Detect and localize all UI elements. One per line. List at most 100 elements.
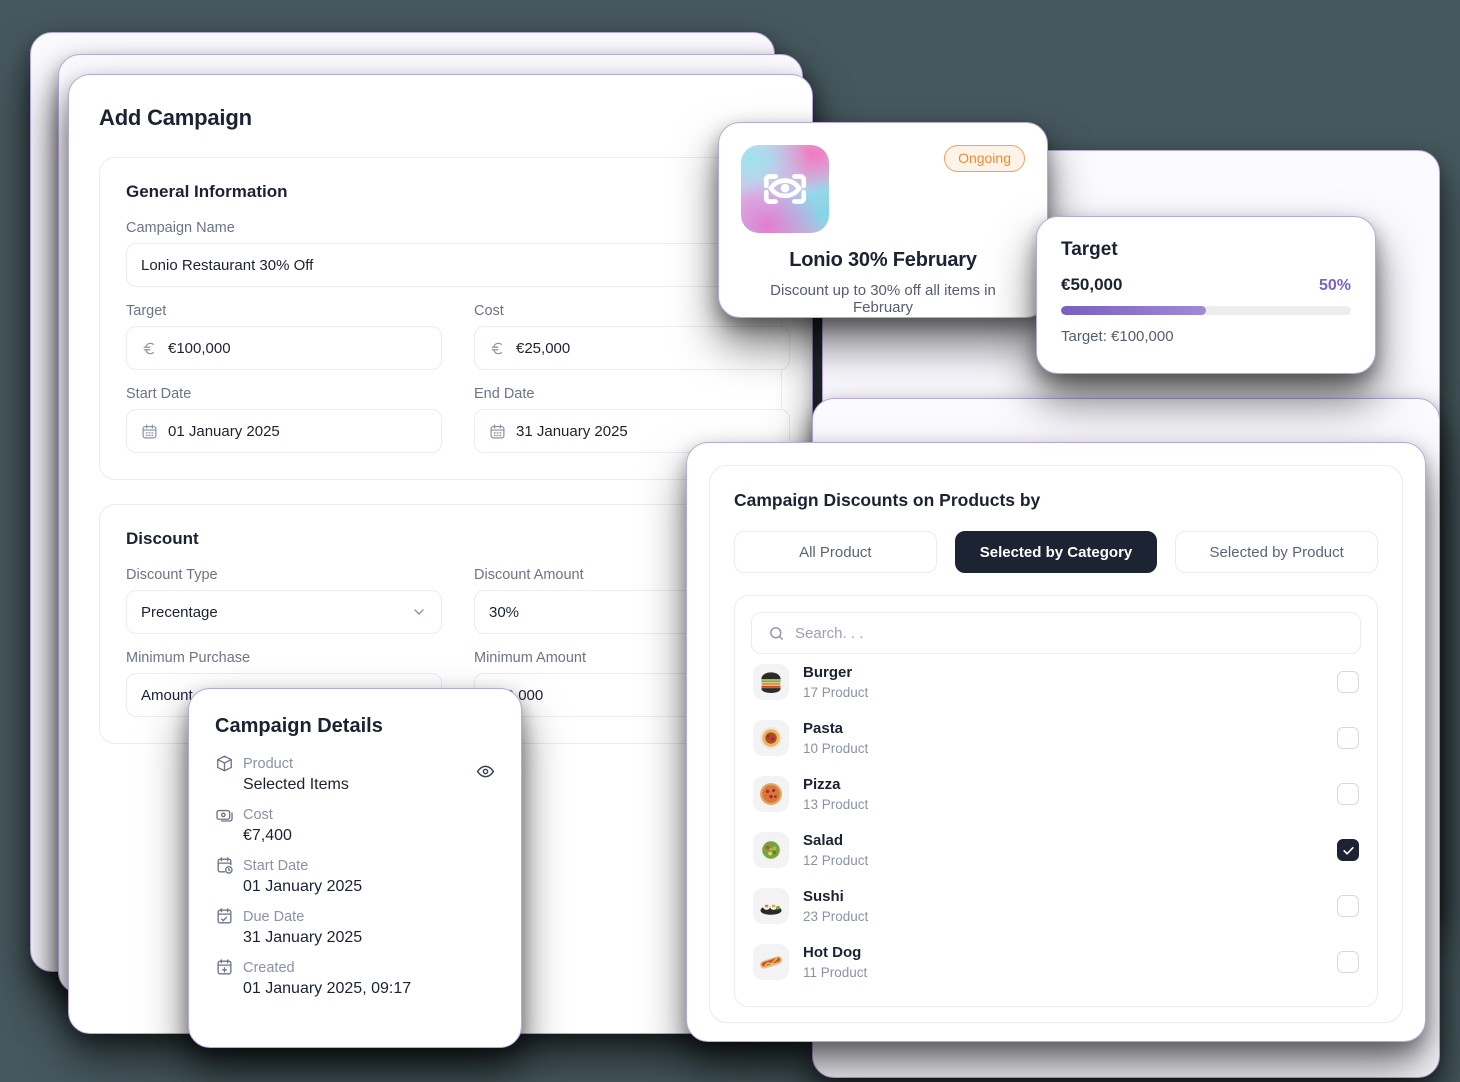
detail-row-cost: Cost €7,400 [215, 805, 495, 845]
detail-key: Created [243, 959, 295, 976]
target-card-title: Target [1061, 239, 1118, 260]
detail-row-due-date: Due Date 31 January 2025 [215, 907, 495, 947]
category-checkbox[interactable] [1337, 895, 1359, 917]
page-title: Add Campaign [99, 105, 252, 130]
discount-type-group: Discount Type Precentage [126, 567, 442, 634]
category-checkbox[interactable] [1337, 839, 1359, 861]
detail-value: 01 January 2025, 09:17 [243, 980, 412, 997]
detail-row-start-date: Start Date 01 January 2025 [215, 856, 495, 896]
money-icon [215, 805, 234, 824]
minimum-purchase-label: Minimum Purchase [126, 650, 251, 666]
detail-head: Start Date [215, 856, 495, 875]
list-item-text: Burger 17 Product [803, 664, 1323, 700]
target-field-group: Target €100,000 [126, 303, 442, 370]
category-count: 10 Product [803, 740, 869, 756]
detail-row-product: Product Selected Items [215, 754, 495, 794]
products-card: Campaign Discounts on Products by All Pr… [686, 442, 1426, 1042]
detail-row-created: Created 01 January 2025, 09:17 [215, 958, 495, 998]
list-item[interactable]: Pizza 13 Product [751, 766, 1361, 822]
detail-head: Cost [215, 805, 495, 824]
calendar-check-icon [215, 907, 234, 926]
status-badge: Ongoing [944, 145, 1025, 172]
start-date-field-group: Start Date 01 January 2025 [126, 386, 442, 453]
eye-icon[interactable] [476, 762, 495, 786]
target-percent: 50% [1318, 277, 1351, 294]
list-item[interactable]: Salad 12 Product [751, 822, 1361, 878]
list-item[interactable]: Hot Dog 11 Product [751, 934, 1361, 990]
tab-all-product-label: All Product [799, 543, 872, 561]
target-value: €100,000 [168, 339, 231, 357]
target-card: Target €50,000 50% Target: €100,000 [1036, 216, 1376, 374]
salad-thumb [753, 832, 789, 868]
calendar-icon [489, 423, 506, 440]
detail-key: Cost [243, 806, 273, 823]
campaign-details-title: Campaign Details [215, 715, 383, 737]
target-amount-row: €50,000 50% [1061, 275, 1351, 295]
lonio-campaign-card[interactable]: Ongoing Lonio 30% February Discount up t… [718, 122, 1048, 318]
list-item-text: Salad 12 Product [803, 832, 1323, 868]
category-name: Sushi [803, 888, 844, 906]
detail-value: 31 January 2025 [243, 929, 363, 946]
sushi-thumb [753, 888, 789, 924]
category-checkbox[interactable] [1337, 783, 1359, 805]
calendar-clock-icon [215, 856, 234, 875]
category-name: Hot Dog [803, 944, 862, 962]
target-goal-label: Target: €100,000 [1061, 328, 1174, 345]
target-label: Target [126, 303, 167, 319]
lonio-logo [741, 145, 829, 233]
detail-key: Due Date [243, 908, 305, 925]
category-count: 23 Product [803, 908, 869, 924]
target-progress-fill [1061, 306, 1206, 315]
lonio-campaign-name: Lonio 30% February [789, 249, 977, 271]
category-list-box: Search. . . Burger 17 Product Pasta 10 P… [734, 595, 1378, 1007]
category-checkbox[interactable] [1337, 951, 1359, 973]
category-count: 13 Product [803, 796, 869, 812]
detail-head: Due Date [215, 907, 495, 926]
category-count: 12 Product [803, 852, 869, 868]
pasta-thumb [753, 720, 789, 756]
calendar-plus-icon [215, 958, 234, 977]
detail-key: Start Date [243, 857, 309, 874]
package-icon [215, 754, 234, 773]
category-name: Pizza [803, 776, 841, 794]
detail-head: Product [215, 754, 495, 773]
detail-value: Selected Items [243, 776, 349, 793]
campaign-discounts-panel: Campaign Discounts on Products by All Pr… [709, 465, 1403, 1023]
pizza-thumb [753, 776, 789, 812]
category-name: Burger [803, 664, 853, 682]
lonio-campaign-description: Discount up to 30% off all items in Febr… [770, 282, 996, 316]
category-count: 17 Product [803, 684, 869, 700]
tab-selected-by-product-label: Selected by Product [1209, 543, 1344, 561]
campaign-details-card: Campaign Details Product Selected Items … [188, 688, 522, 1048]
category-checkbox[interactable] [1337, 727, 1359, 749]
list-item[interactable]: Sushi 23 Product [751, 878, 1361, 934]
tab-all-product[interactable]: All Product [734, 531, 937, 573]
search-icon [768, 625, 785, 642]
list-item-text: Sushi 23 Product [803, 888, 1323, 924]
euro-icon [141, 340, 158, 357]
start-date-input[interactable]: 01 January 2025 [126, 409, 442, 453]
euro-icon [489, 340, 506, 357]
chevron-down-icon [411, 604, 427, 620]
calendar-icon [141, 423, 158, 440]
discount-type-select[interactable]: Precentage [126, 590, 442, 634]
tab-selected-by-product[interactable]: Selected by Product [1175, 531, 1379, 573]
target-current-amount: €50,000 [1061, 275, 1123, 294]
list-item-text: Pizza 13 Product [803, 776, 1323, 812]
detail-head: Created [215, 958, 495, 977]
list-item[interactable]: Burger 17 Product [751, 654, 1361, 710]
product-scope-tabs: All Product Selected by Category Selecte… [734, 531, 1379, 573]
screenshot-stage: Add Campaign General Information Campaig… [0, 0, 1460, 1082]
products-panel-title: Campaign Discounts on Products by [734, 490, 1041, 510]
target-progress-track [1061, 306, 1351, 315]
category-checkbox[interactable] [1337, 671, 1359, 693]
detail-key: Product [243, 755, 293, 772]
detail-value: €7,400 [243, 827, 292, 844]
search-placeholder: Search. . . [795, 624, 864, 642]
tab-selected-by-category[interactable]: Selected by Category [954, 531, 1158, 573]
list-item[interactable]: Pasta 10 Product [751, 710, 1361, 766]
list-item-text: Hot Dog 11 Product [803, 944, 1323, 980]
start-date-label: Start Date [126, 386, 192, 402]
target-input[interactable]: €100,000 [126, 326, 442, 370]
search-input[interactable]: Search. . . [751, 612, 1361, 654]
